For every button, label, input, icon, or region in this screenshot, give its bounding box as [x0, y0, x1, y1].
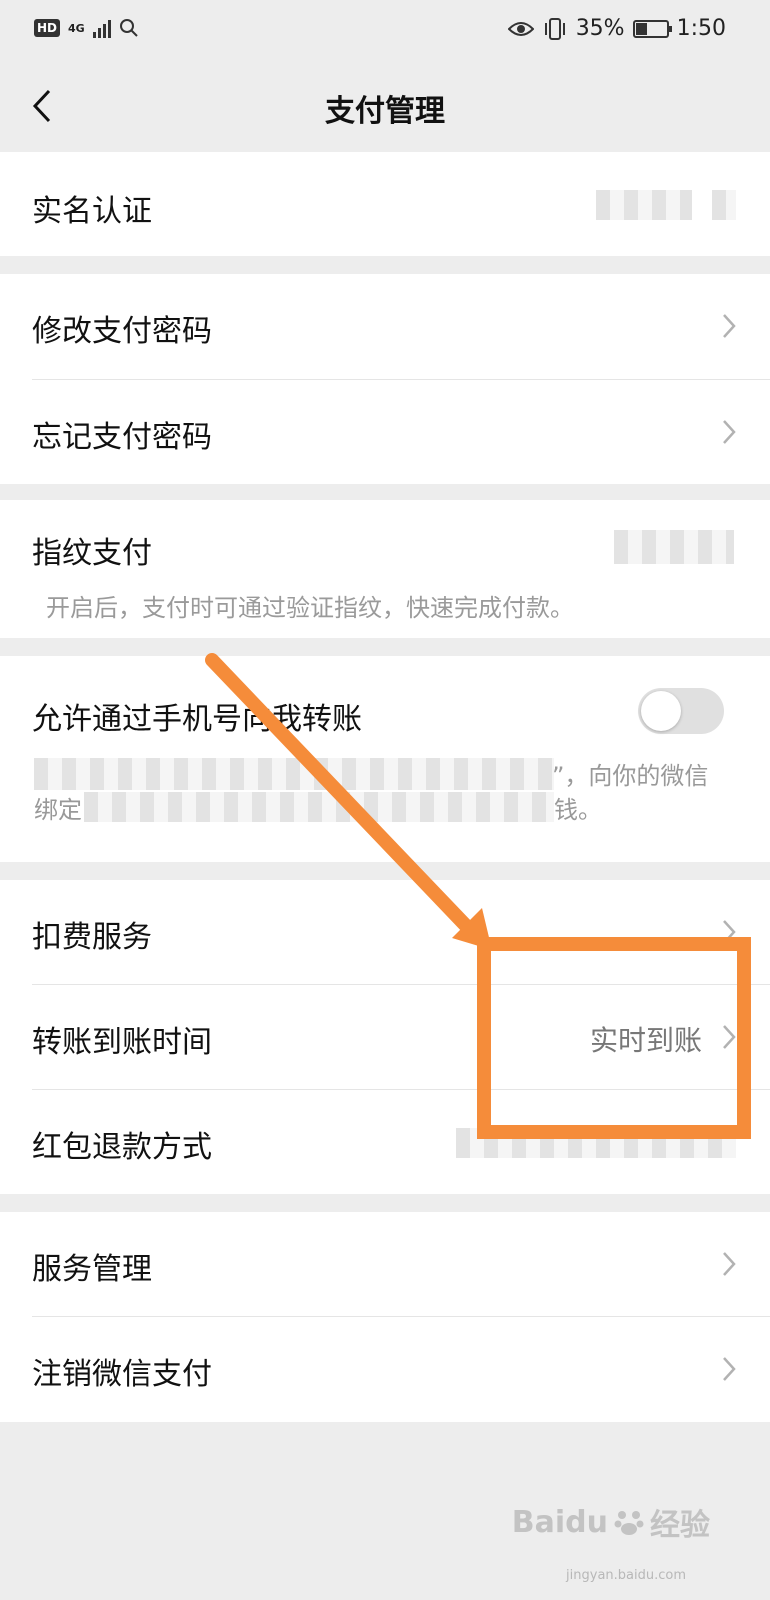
page-title: 支付管理	[325, 94, 445, 129]
cancel-pay-label: 注销微信支付	[32, 1357, 212, 1392]
chevron-right-icon	[723, 1252, 736, 1276]
search-icon	[119, 19, 138, 37]
blurred-name-end	[712, 190, 736, 220]
blurred-name	[596, 190, 692, 220]
change-password-label: 修改支付密码	[32, 314, 212, 349]
vibrate-icon	[544, 17, 565, 40]
deduction-service-label: 扣费服务	[32, 920, 152, 955]
section-realname: 实名认证	[0, 152, 770, 256]
phone-transfer-desc-4: 钱。	[554, 796, 602, 824]
transfer-time-label: 转账到账时间	[32, 1025, 212, 1060]
battery-icon	[632, 19, 672, 38]
chevron-right-icon	[723, 1025, 736, 1049]
status-bar: HD 4G 35% 1:50	[0, 0, 770, 60]
phone-transfer-toggle[interactable]	[638, 688, 724, 734]
section-phone-transfer: 允许通过手机号向我转账 ”，向你的微信 绑定 钱。	[0, 656, 770, 862]
row-service-manage[interactable]: 服务管理	[32, 1212, 770, 1318]
chevron-right-icon	[723, 420, 736, 444]
blurred-desc-line-2	[84, 792, 554, 822]
eye-icon	[507, 21, 534, 36]
section-password: 修改支付密码 忘记支付密码	[0, 274, 770, 484]
row-deduction-service[interactable]: 扣费服务	[32, 880, 770, 986]
blurred-refund-value	[456, 1128, 736, 1158]
watermark-url: jingyan.baidu.com	[566, 1568, 686, 1583]
phone-transfer-desc-1: ”，向你的微信	[552, 762, 709, 790]
row-transfer-time[interactable]: 转账到账时间 实时到账	[32, 985, 770, 1091]
chevron-right-icon	[723, 314, 736, 338]
row-cancel-pay[interactable]: 注销微信支付	[32, 1317, 770, 1423]
fingerprint-desc: 开启后，支付时可通过验证指纹，快速完成付款。	[46, 594, 574, 622]
phone-transfer-label: 允许通过手机号向我转账	[32, 702, 362, 737]
chevron-right-icon	[723, 920, 736, 944]
status-left: HD 4G	[34, 18, 139, 38]
phone-transfer-desc-2: 绑定	[34, 796, 82, 824]
battery-percent: 35%	[575, 16, 625, 41]
baidu-watermark: Baidu 经验	[512, 1500, 710, 1544]
paw-icon	[614, 1511, 644, 1535]
row-forgot-password[interactable]: 忘记支付密码	[32, 380, 770, 486]
forgot-password-label: 忘记支付密码	[32, 420, 212, 455]
section-services: 扣费服务 转账到账时间 实时到账 红包退款方式	[0, 880, 770, 1194]
chevron-right-icon	[723, 1357, 736, 1381]
refund-method-label: 红包退款方式	[32, 1130, 212, 1165]
watermark-suffix: 经验	[650, 1508, 710, 1543]
clock: 1:50	[676, 16, 726, 41]
fingerprint-label: 指纹支付	[32, 536, 152, 571]
transfer-time-value: 实时到账	[589, 1024, 702, 1057]
status-right: 35% 1:50	[507, 16, 726, 41]
service-manage-label: 服务管理	[32, 1252, 152, 1287]
watermark-brand: Baidu	[511, 1504, 608, 1540]
signal-icon	[92, 18, 111, 38]
blurred-fingerprint-switch[interactable]	[614, 530, 734, 564]
nav-bar: 支付管理	[0, 60, 770, 152]
network-type: 4G	[68, 21, 85, 35]
row-change-password[interactable]: 修改支付密码	[32, 274, 770, 380]
section-fingerprint: 指纹支付 开启后，支付时可通过验证指纹，快速完成付款。	[0, 500, 770, 638]
hd-badge: HD	[34, 19, 61, 37]
toggle-knob	[641, 691, 681, 731]
realname-label: 实名认证	[32, 194, 152, 229]
blurred-desc-line-1	[34, 758, 554, 790]
section-manage: 服务管理 注销微信支付	[0, 1212, 770, 1422]
